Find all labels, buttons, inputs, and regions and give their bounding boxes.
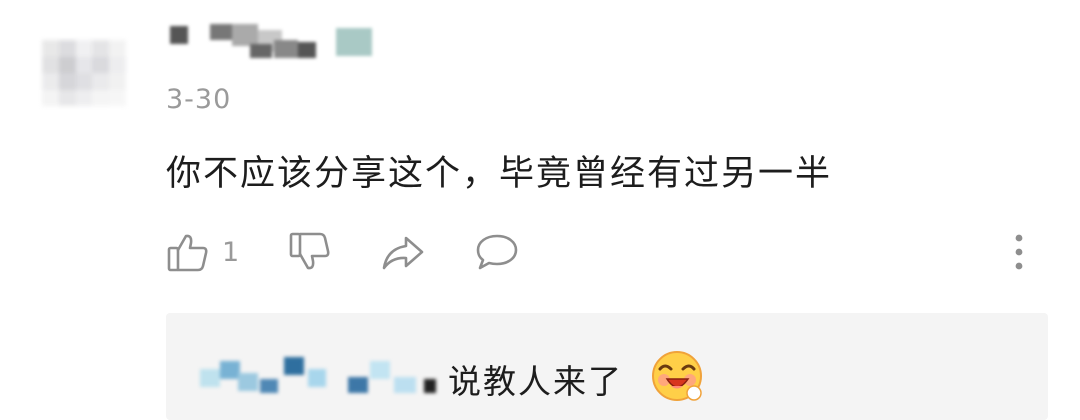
share-arrow-icon	[380, 230, 426, 274]
comment-action-bar: 1	[0, 226, 1080, 278]
dislike-button[interactable]	[288, 226, 332, 278]
reply-preview[interactable]: 说教人来了	[166, 313, 1048, 420]
reply-button[interactable]	[474, 226, 520, 278]
more-vertical-icon	[1008, 230, 1030, 274]
username[interactable]	[166, 20, 382, 64]
avatar[interactable]	[42, 40, 126, 106]
laughing-face-emoji	[650, 349, 704, 403]
share-button[interactable]	[380, 226, 426, 278]
like-button[interactable]: 1	[166, 226, 239, 278]
reply-text: 说教人来了	[448, 362, 623, 401]
thumbs-down-icon	[288, 230, 332, 274]
comment-date: 3-30	[166, 84, 232, 115]
comment-bubble-icon	[474, 230, 520, 274]
reply-username[interactable]	[198, 357, 438, 397]
comment-text: 你不应该分享这个，毕竟曾经有过另一半	[166, 154, 833, 194]
thumbs-up-icon	[166, 230, 210, 274]
like-count: 1	[222, 236, 240, 268]
more-options-button[interactable]	[1008, 226, 1030, 278]
